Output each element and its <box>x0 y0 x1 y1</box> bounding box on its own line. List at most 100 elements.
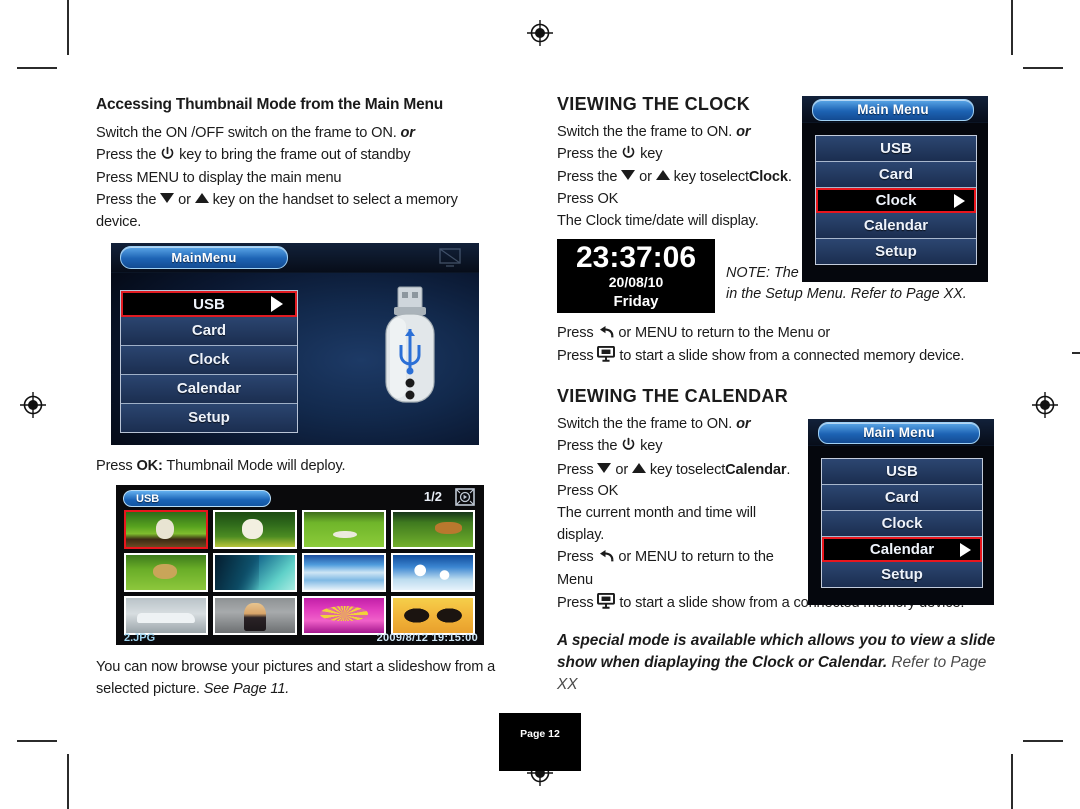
thumbnail-grid[interactable] <box>124 510 476 636</box>
thumbnail-cell[interactable] <box>302 553 386 593</box>
thumbnail-page-indicator: 1/2 <box>423 489 442 505</box>
screen-title: MainMenu <box>120 245 288 269</box>
thumbnail-cell[interactable] <box>213 510 297 550</box>
menu-item-usb[interactable]: USB <box>121 290 297 317</box>
clock-menu-list[interactable]: USB Card Clock Calendar Setup <box>815 135 977 265</box>
power-standby-icon <box>160 146 175 169</box>
slideshow-screen-icon <box>597 592 616 617</box>
main-menu-screenshot: MainMenu USB Card Clock Calendar Setup <box>111 242 479 445</box>
thumbnail-cell[interactable] <box>391 553 475 593</box>
menu-item-clock[interactable]: Clock <box>816 188 976 213</box>
calendar-step-7a: Press <box>557 595 594 612</box>
thumbnail-cell[interactable] <box>124 553 208 593</box>
calendar-step-6a: Press <box>557 548 594 565</box>
thumbnail-cell[interactable] <box>391 596 475 636</box>
menu-item-clock[interactable]: Clock <box>121 345 297 375</box>
clock-main-menu-screenshot: Main Menu USB Card Clock Calendar Setup <box>802 96 988 282</box>
menu-item-card[interactable]: Card <box>121 316 297 346</box>
thumbnail-cell[interactable] <box>391 510 475 550</box>
menu-item-setup[interactable]: Setup <box>822 562 982 587</box>
clock-step-1-or: or <box>736 124 751 140</box>
menu-item-label: USB <box>886 463 918 480</box>
power-standby-icon <box>621 145 636 168</box>
crop-mark-right-edge-tick <box>1072 352 1080 354</box>
clock-step-3a: Press the <box>557 169 618 186</box>
calendar-step-1: Switch the the frame to ON. <box>557 416 733 433</box>
page-number-footer: Page 12 <box>499 713 581 771</box>
thumbnail-cell[interactable] <box>213 596 297 636</box>
calendar-steps: Switch the the frame to ON. or Press the… <box>557 414 807 592</box>
menu-item-setup[interactable]: Setup <box>816 239 976 264</box>
clock-step-2a: Press the <box>557 145 618 162</box>
clock-outro-2b: to start a slide show from a connected m… <box>619 348 965 365</box>
press-ok-suffix: Thumbnail Mode will deploy. <box>162 457 346 474</box>
menu-item-label: Card <box>878 166 914 183</box>
crop-mark-top-left-horizontal <box>17 67 57 69</box>
clock-step-3-target: Clock <box>748 169 788 186</box>
menu-item-calendar[interactable]: Calendar <box>121 374 297 404</box>
calendar-step-3b: or <box>615 461 629 478</box>
thumbnail-cell[interactable] <box>302 510 386 550</box>
thumbnail-closing-text: You can now browse your pictures and sta… <box>96 657 500 700</box>
menu-item-setup[interactable]: Setup <box>121 403 297 432</box>
thumbnail-cell[interactable] <box>302 596 386 636</box>
thumbnail-cell[interactable] <box>213 553 297 593</box>
menu-item-label: Setup <box>188 408 230 426</box>
step-line-3: Press MENU to display the main menu <box>96 170 342 187</box>
menu-item-label: Clock <box>875 192 917 209</box>
menu-item-card[interactable]: Card <box>822 485 982 511</box>
step-line-2b: key to bring the frame out of standby <box>179 146 411 163</box>
calendar-step-3a: Press <box>557 461 594 478</box>
menu-item-calendar[interactable]: Calendar <box>816 213 976 239</box>
down-arrow-key-icon <box>597 462 612 473</box>
menu-item-label: USB <box>880 140 912 157</box>
slideshow-badge-icon <box>454 487 476 507</box>
clock-step-3c: key toselect <box>673 169 749 186</box>
crop-mark-top-right-horizontal <box>1023 67 1063 69</box>
crop-mark-bottom-right-vertical <box>1011 754 1013 809</box>
menu-item-label: Clock <box>188 350 230 368</box>
menu-item-card[interactable]: Card <box>816 162 976 188</box>
menu-item-calendar[interactable]: Calendar <box>822 537 982 562</box>
up-arrow-key-icon <box>631 462 646 473</box>
slideshow-screen-icon <box>597 346 616 370</box>
clock-step-3-period: . <box>787 169 792 186</box>
press-ok-prefix: Press <box>96 457 137 474</box>
thumbnail-status-bar: 2.JPG 2009/8/12 19:15:00 <box>124 632 478 644</box>
step-line-2a: Press the <box>96 146 157 163</box>
menu-item-clock[interactable]: Clock <box>822 511 982 537</box>
crop-mark-top-right-vertical <box>1011 0 1013 55</box>
closing-text-a: You can now browse your pictures and sta… <box>96 659 496 698</box>
calendar-step-4: Press OK <box>557 483 619 500</box>
registration-mark-left <box>18 390 48 420</box>
clock-date: 20/08/10 <box>608 273 664 290</box>
clock-outro: Press or MENU to return to the Menu or P… <box>557 323 997 370</box>
step-line-1: Switch the ON /OFF switch on the frame t… <box>96 125 397 141</box>
clock-step-1: Switch the the frame to ON. <box>557 124 733 140</box>
down-arrow-key-icon <box>160 193 175 204</box>
main-menu-list[interactable]: USB Card Clock Calendar Setup <box>120 289 298 433</box>
thumbnail-cell[interactable] <box>124 510 208 550</box>
clock-step-4: Press OK <box>557 191 619 208</box>
thumbnail-mode-steps: Switch the ON /OFF switch on the frame t… <box>96 123 500 234</box>
crop-mark-bottom-right-horizontal <box>1023 740 1063 742</box>
calendar-menu-list[interactable]: USB Card Clock Calendar Setup <box>821 458 983 588</box>
thumbnail-cell[interactable] <box>124 596 208 636</box>
up-arrow-key-icon <box>655 170 670 181</box>
clock-time: 23:37:06 <box>575 240 697 274</box>
menu-item-label: Calendar <box>869 541 935 558</box>
chevron-right-icon <box>954 193 965 208</box>
menu-item-usb[interactable]: USB <box>816 136 976 162</box>
registration-mark-top <box>525 18 555 48</box>
crop-mark-top-left-vertical <box>67 0 69 55</box>
calendar-step-3-target: Calendar <box>725 461 787 478</box>
menu-item-label: Setup <box>875 243 917 260</box>
down-arrow-key-icon <box>621 170 636 181</box>
menu-item-label: Calendar <box>176 379 242 397</box>
calendar-step-5: The current month and time will display. <box>557 505 756 543</box>
calendar-step-3c: key toselect <box>649 461 726 478</box>
clock-step-2b: key <box>640 145 663 162</box>
calendar-step-2a: Press the <box>557 437 618 454</box>
calendar-step-3-period: . <box>786 461 791 478</box>
menu-item-usb[interactable]: USB <box>822 459 982 485</box>
